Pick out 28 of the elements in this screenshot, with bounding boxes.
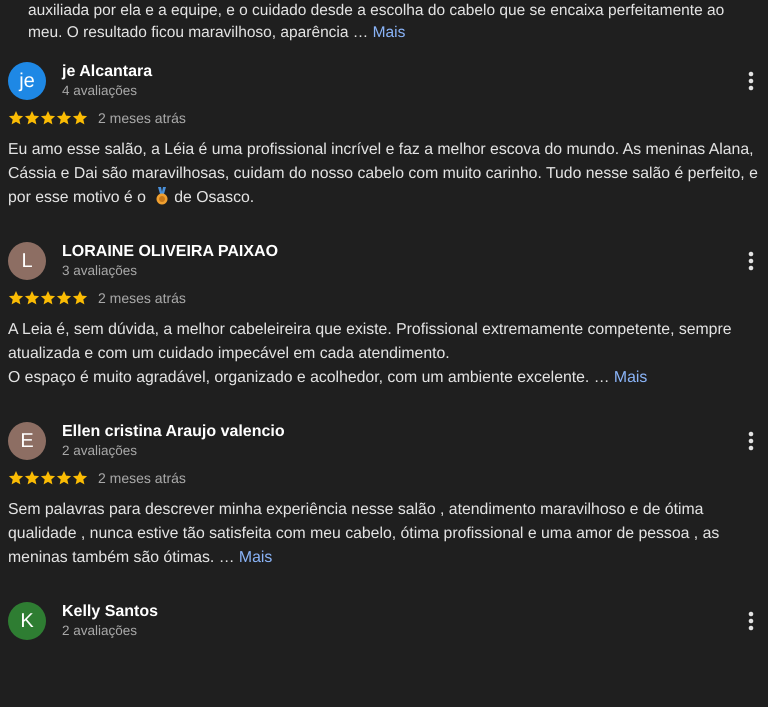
reviewer-name: LORAINE OLIVEIRA PAIXAO	[62, 242, 280, 262]
review-text: Sem palavras para descrever minha experiência nesse salão , atendimento maravilhoso e de ótima qualidade , nunca estive tão satisfeita com meu cabelo, ótima profissional e uma amor de pessoa , as meninas também são ótimas. … Mais	[8, 500, 720, 568]
review-text: Eu amo esse salão, a Léia é uma profissional incrível e faz a melhor escova do mundo. As meninas Alana, Cássia e Dai são maravilhosas, cuidam do nosso cabelo com muito carinho. Tudo nesse salão é perfeito, e por esse motivo é o de Osasco.	[8, 140, 759, 208]
review-text: auxiliada por ela e a equipe, e o cuidado desde a escolha do cabelo que se encaixa perfeitamente ao	[28, 2, 724, 19]
more-options-icon[interactable]	[748, 251, 754, 271]
more-options-icon[interactable]	[748, 611, 754, 631]
review-count: 2 avaliações	[62, 622, 138, 640]
more-link[interactable]: Mais	[614, 369, 648, 386]
more-link[interactable]: Mais	[238, 549, 272, 566]
more-options-icon[interactable]	[748, 71, 754, 91]
review-date: 2 meses atrás	[98, 108, 186, 128]
medal-icon	[154, 187, 170, 205]
avatar: K	[8, 602, 46, 640]
review-date: 2 meses atrás	[98, 468, 186, 488]
review-text: A Leia é, sem dúvida, a melhor cabeleireira que existe. Profissional extremamente competente, sempre atualizada e com um cuidado impecável em cada atendimento. O espaço é muito agradável, organizado e acolhedor, com um ambiente excelente. … Mais	[8, 320, 733, 388]
avatar: je	[8, 62, 46, 100]
avatar: L	[8, 242, 46, 280]
review-count: 2 avaliações	[62, 442, 138, 460]
review-date: 2 meses atrás	[98, 288, 186, 308]
reviewer-name: Kelly Santos	[62, 602, 160, 622]
review-count: 4 avaliações	[62, 82, 138, 100]
review-text: meu. O resultado ficou maravilhoso, aparência …	[28, 24, 368, 41]
more-options-icon[interactable]	[748, 431, 754, 451]
more-link[interactable]: Mais	[372, 24, 406, 41]
avatar: E	[8, 422, 46, 460]
review-count: 3 avaliações	[62, 262, 138, 280]
reviewer-name: Ellen cristina Araujo valencio	[62, 422, 286, 442]
reviewer-name: je Alcantara	[62, 62, 154, 82]
